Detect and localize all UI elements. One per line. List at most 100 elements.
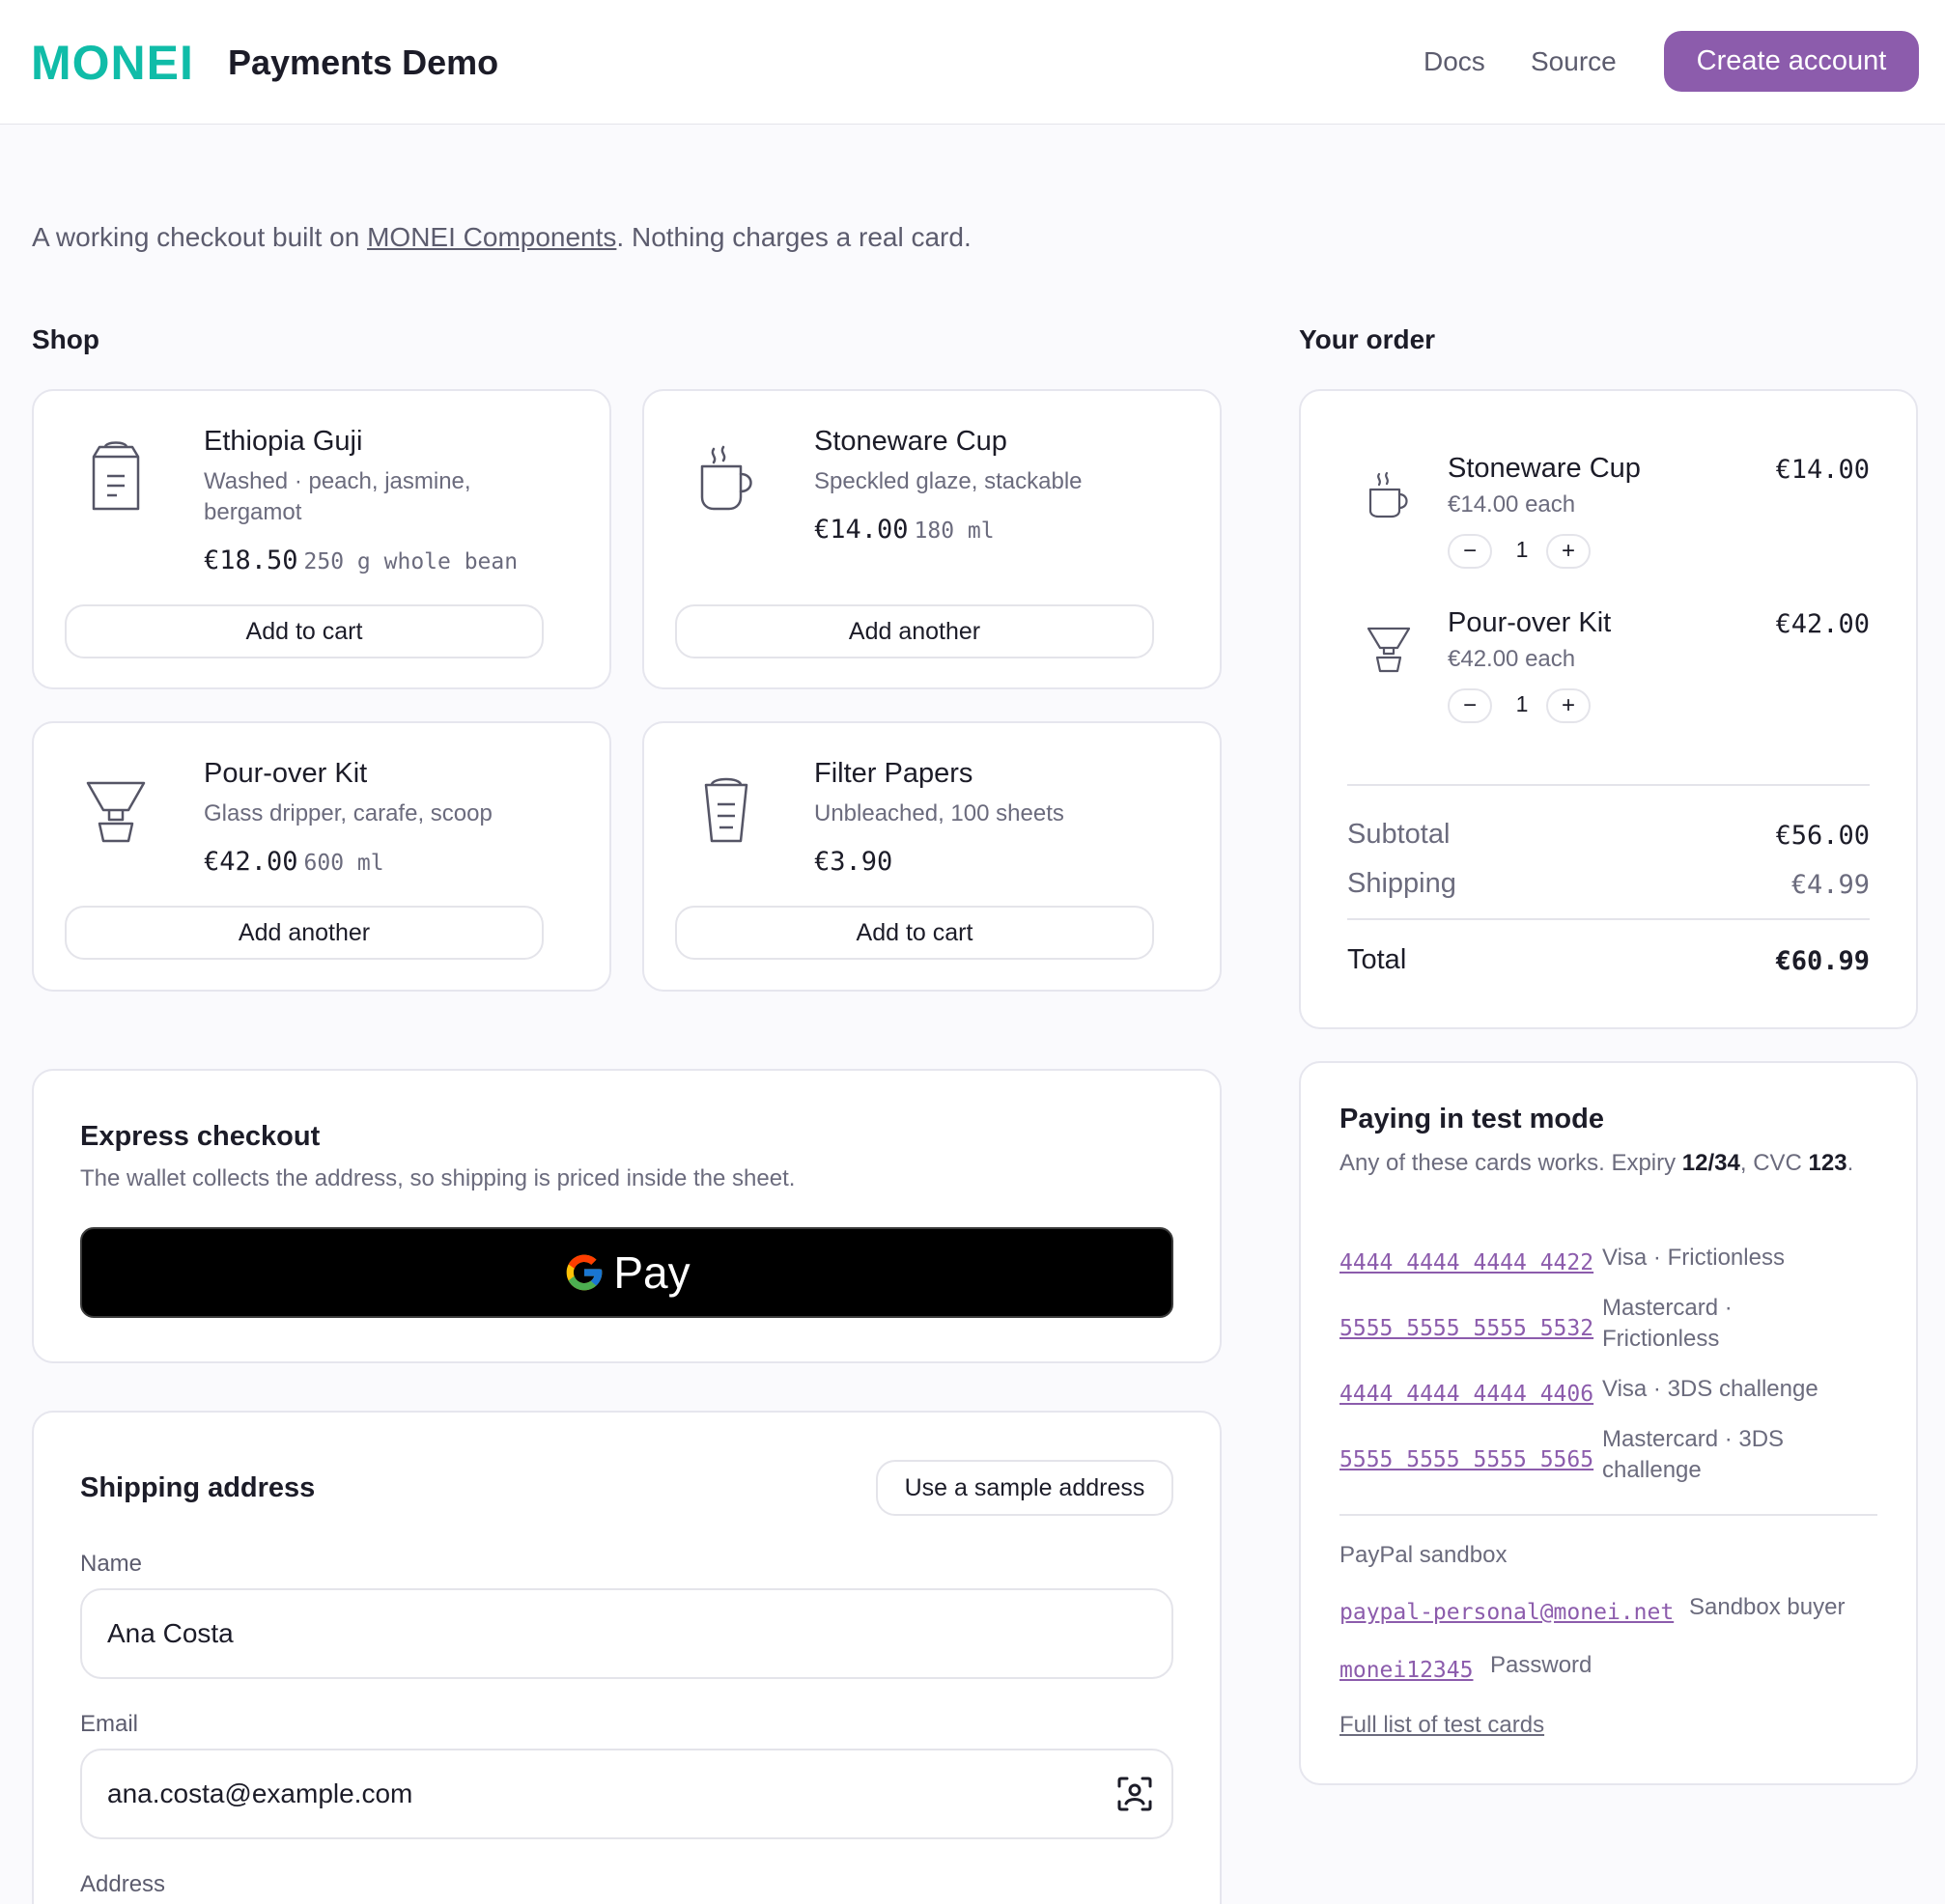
google-g-icon <box>567 1254 603 1291</box>
decrease-quantity-button[interactable]: − <box>1448 534 1492 569</box>
monei-logo[interactable]: MONEI <box>31 35 194 91</box>
product-name: Filter Papers <box>814 758 973 789</box>
autofill-contact-icon[interactable] <box>1115 1775 1154 1813</box>
product-name: Stoneware Cup <box>814 426 1007 457</box>
intro-after: . Nothing charges a real card. <box>616 222 972 252</box>
test-card-number[interactable]: 5555 5555 5555 5532 <box>1339 1316 1593 1341</box>
increase-quantity-button[interactable]: + <box>1546 688 1591 723</box>
product-price: €3.90 <box>814 847 893 877</box>
order-item-name: Pour-over Kit <box>1448 607 1612 638</box>
order-divider <box>1347 784 1870 786</box>
product-card-filter-papers: Filter Papers Unbleached, 100 sheets €3.… <box>642 721 1222 992</box>
cup-icon <box>700 445 752 511</box>
intro-before: A working checkout built on <box>32 222 368 252</box>
total-value: €60.99 <box>1775 946 1870 976</box>
test-mode-card: Paying in test mode Any of these cards w… <box>1299 1061 1918 1785</box>
order-divider <box>1347 918 1870 920</box>
order-item-total: €14.00 <box>1775 455 1870 485</box>
create-account-button[interactable]: Create account <box>1664 31 1919 92</box>
product-unit: 250 g whole bean <box>303 549 519 574</box>
add-to-cart-button[interactable]: Add to cart <box>65 604 544 658</box>
cup-icon <box>1368 471 1408 518</box>
test-expiry: 12/34 <box>1681 1150 1740 1176</box>
nav-source-link[interactable]: Source <box>1531 46 1617 77</box>
order-item-unit-price: €14.00 each <box>1448 491 1576 518</box>
shipping-address-card: Shipping address Use a sample address Na… <box>32 1411 1222 1904</box>
product-name: Pour-over Kit <box>204 758 368 789</box>
express-checkout-card: Express checkout The wallet collects the… <box>32 1069 1222 1363</box>
test-card-description: Visa · 3DS challenge <box>1602 1376 1818 1402</box>
email-field[interactable] <box>80 1749 1173 1839</box>
order-item-name: Stoneware Cup <box>1448 453 1641 484</box>
test-sub-mid: , CVC <box>1739 1150 1809 1176</box>
test-sub-before: Any of these cards works. Expiry <box>1339 1150 1682 1176</box>
product-price: €18.50 <box>204 546 298 575</box>
product-unit: 600 ml <box>303 851 384 876</box>
filter-icon <box>704 777 748 843</box>
test-card-number[interactable]: 4444 4444 4444 4422 <box>1339 1250 1593 1275</box>
express-checkout-subtitle: The wallet collects the address, so ship… <box>80 1165 796 1191</box>
paypal-password-description: Password <box>1490 1652 1593 1678</box>
google-pay-button[interactable]: Pay <box>80 1227 1173 1318</box>
product-price-row: €14.00 180 ml <box>814 515 995 545</box>
app-title: Payments Demo <box>228 42 499 82</box>
nav-docs-link[interactable]: Docs <box>1424 46 1485 77</box>
product-description: Washed · peach, jasmine, bergamot <box>204 468 471 525</box>
address-label: Address <box>80 1871 166 1897</box>
quantity-value: 1 <box>1515 691 1529 716</box>
product-price: €14.00 <box>814 515 909 545</box>
product-price-row: €42.00 600 ml <box>204 847 384 877</box>
test-divider <box>1339 1514 1877 1516</box>
product-card-stoneware-cup: Stoneware Cup Speckled glaze, stackable … <box>642 389 1222 689</box>
intro-text: A working checkout built on MONEI Compon… <box>32 222 972 253</box>
use-sample-address-button[interactable]: Use a sample address <box>876 1460 1173 1516</box>
order-item-total: €42.00 <box>1775 609 1870 639</box>
name-label: Name <box>80 1551 143 1577</box>
paypal-sandbox-title: PayPal sandbox <box>1339 1542 1508 1568</box>
express-checkout-title: Express checkout <box>80 1121 321 1152</box>
shop-title: Shop <box>32 324 99 354</box>
shipping-address-title: Shipping address <box>80 1472 316 1503</box>
test-cvc: 123 <box>1808 1150 1847 1176</box>
order-summary-card: Stoneware Cup €14.00 each €14.00 − 1 + P… <box>1299 389 1918 1029</box>
your-order-title: Your order <box>1299 324 1436 354</box>
dripper-icon <box>86 781 146 843</box>
coffee-bag-icon <box>92 441 140 511</box>
subtotal-value: €56.00 <box>1775 821 1870 851</box>
paypal-password[interactable]: monei12345 <box>1339 1658 1473 1683</box>
test-card-number[interactable]: 5555 5555 5555 5565 <box>1339 1447 1593 1472</box>
product-name: Ethiopia Guji <box>204 426 363 457</box>
monei-components-link[interactable]: MONEI Components <box>367 222 616 252</box>
product-price: €42.00 <box>204 847 298 877</box>
decrease-quantity-button[interactable]: − <box>1448 688 1492 723</box>
name-field[interactable] <box>80 1588 1173 1679</box>
email-label: Email <box>80 1711 139 1737</box>
add-another-button[interactable]: Add another <box>65 906 544 960</box>
product-price-row: €3.90 <box>814 847 892 877</box>
product-card-ethiopia-guji: Ethiopia Guji Washed · peach, jasmine, b… <box>32 389 611 689</box>
product-description: Unbleached, 100 sheets <box>814 800 1064 826</box>
test-mode-title: Paying in test mode <box>1339 1104 1604 1134</box>
product-description: Speckled glaze, stackable <box>814 468 1083 494</box>
add-another-button[interactable]: Add another <box>675 604 1154 658</box>
test-card-number[interactable]: 4444 4444 4444 4406 <box>1339 1382 1593 1407</box>
order-item-unit-price: €42.00 each <box>1448 646 1576 672</box>
test-mode-subtitle: Any of these cards works. Expiry 12/34, … <box>1339 1148 1880 1179</box>
shipping-value: €4.99 <box>1790 870 1870 900</box>
add-to-cart-button[interactable]: Add to cart <box>675 906 1154 960</box>
total-label: Total <box>1347 944 1407 975</box>
shipping-label: Shipping <box>1347 868 1456 899</box>
paypal-email-description: Sandbox buyer <box>1689 1594 1846 1620</box>
product-description: Glass dripper, carafe, scoop <box>204 800 493 826</box>
increase-quantity-button[interactable]: + <box>1546 534 1591 569</box>
quantity-value: 1 <box>1515 537 1529 562</box>
paypal-email[interactable]: paypal-personal@monei.net <box>1339 1600 1674 1625</box>
subtotal-label: Subtotal <box>1347 819 1451 850</box>
full-list-test-cards-link[interactable]: Full list of test cards <box>1339 1712 1544 1739</box>
google-pay-label: Pay <box>613 1247 691 1298</box>
dripper-icon <box>1367 627 1411 673</box>
product-unit: 180 ml <box>914 518 995 544</box>
test-sub-after: . <box>1846 1150 1854 1176</box>
test-card-description: Mastercard · Frictionless <box>1602 1295 1733 1352</box>
product-price-row: €18.50 250 g whole bean <box>204 546 518 575</box>
